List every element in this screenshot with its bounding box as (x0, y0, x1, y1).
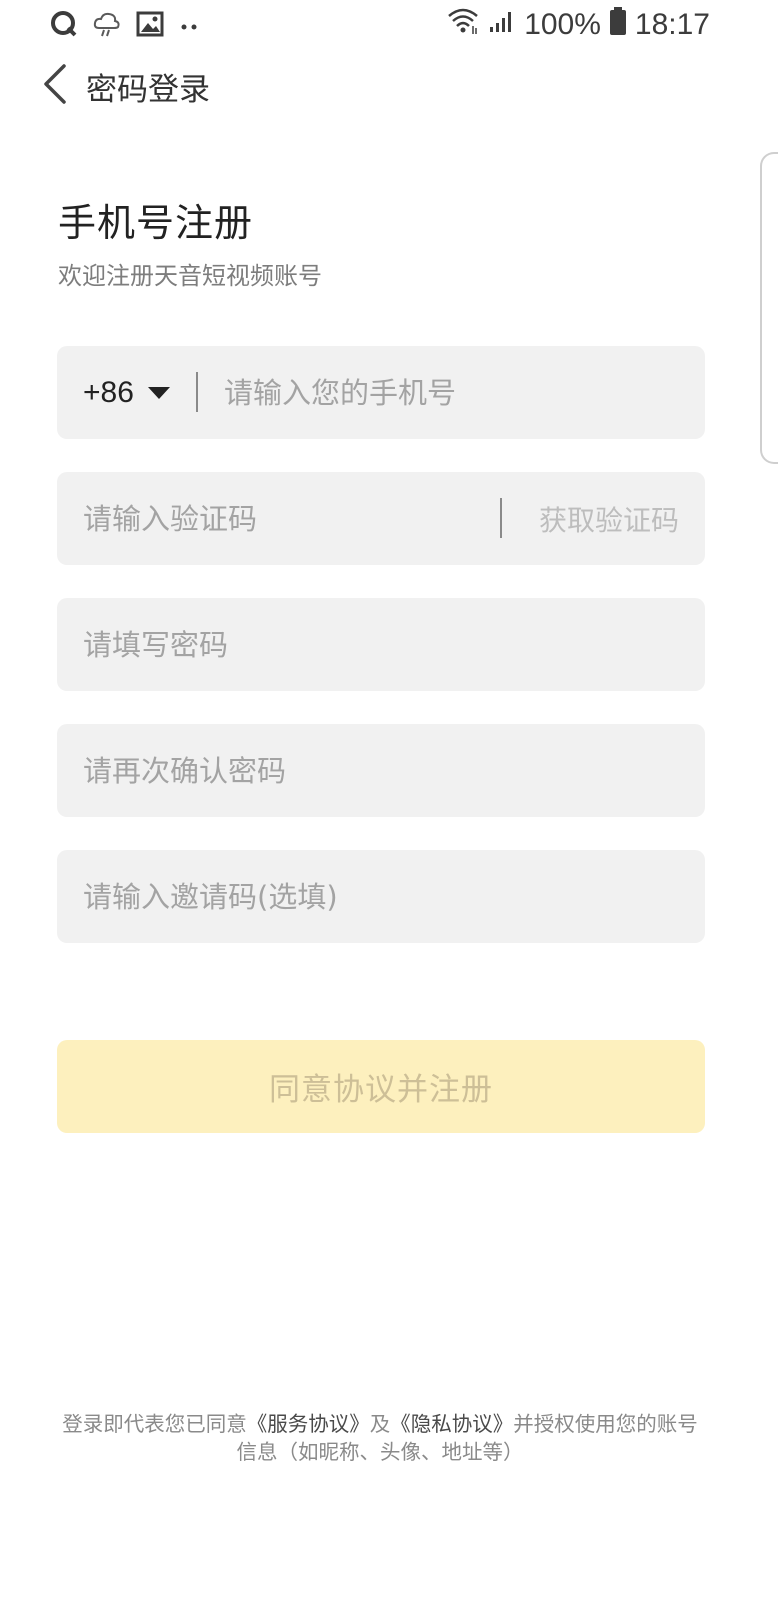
clock: 18:17 (634, 8, 710, 41)
battery-percent: 100% (524, 8, 601, 41)
caret-down-icon (147, 386, 170, 399)
field-divider (500, 498, 502, 538)
status-left-icons (50, 10, 202, 42)
service-agreement-link[interactable]: 《服务协议》 (247, 1412, 370, 1436)
edge-panel-handle[interactable] (760, 152, 778, 464)
get-code-button[interactable]: 获取验证码 (539, 472, 679, 565)
back-button[interactable] (36, 60, 84, 108)
weather-cloud-icon (92, 10, 122, 42)
agree-and-register-button[interactable]: 同意协议并注册 (57, 1040, 705, 1133)
phone-input[interactable] (224, 346, 684, 439)
password-login-link[interactable]: 密码登录 (86, 64, 210, 109)
chevron-left-icon (44, 64, 66, 104)
invite-code-field (57, 850, 705, 943)
phone-field: +86 (57, 346, 705, 439)
agreement-and: 及 (369, 1412, 391, 1436)
battery-icon (609, 6, 627, 44)
image-icon (136, 11, 164, 41)
page-subtitle: 欢迎注册天音短视频账号 (58, 262, 322, 290)
privacy-agreement-link[interactable]: 《隐私协议》 (390, 1412, 513, 1436)
field-divider (196, 372, 198, 412)
password-input[interactable] (83, 598, 683, 691)
confirm-password-input[interactable] (83, 724, 683, 817)
signal-icon (488, 8, 516, 42)
password-field (57, 598, 705, 691)
country-code-label: +86 (83, 375, 134, 409)
invite-code-input[interactable] (83, 850, 683, 943)
code-field: 获取验证码 (57, 472, 705, 565)
agreement-text: 登录即代表您已同意《服务协议》及《隐私协议》并授权使用您的账号信息（如昵称、头像… (60, 1410, 700, 1466)
wifi-icon (446, 6, 480, 44)
agreement-prefix: 登录即代表您已同意 (62, 1412, 247, 1436)
header: 密码登录 (0, 58, 778, 110)
status-bar: 100% 18:17 (0, 0, 778, 52)
more-dots-icon (178, 17, 202, 36)
verification-code-input[interactable] (83, 472, 483, 565)
page-title: 手机号注册 (58, 201, 254, 245)
status-right: 100% 18:17 (446, 6, 710, 44)
confirm-password-field (57, 724, 705, 817)
q-app-icon (50, 10, 78, 42)
country-code-selector[interactable]: +86 (83, 346, 170, 439)
